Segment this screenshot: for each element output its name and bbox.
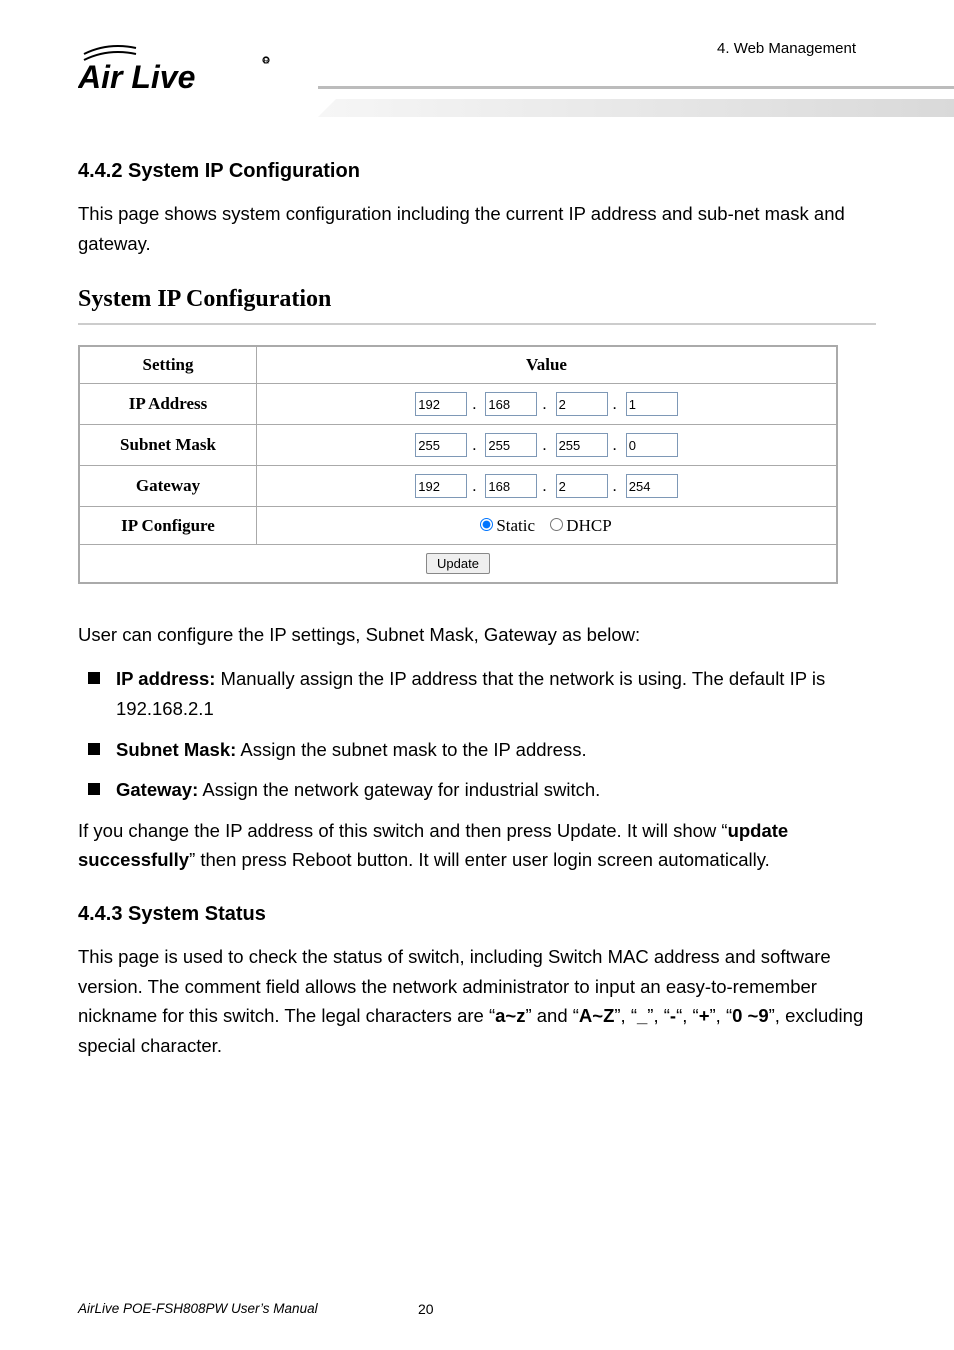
svg-text:R: R xyxy=(263,57,269,66)
bullet-gateway: Gateway: Assign the network gateway for … xyxy=(88,775,876,806)
status-m1: ” and “ xyxy=(525,1005,578,1026)
gateway-octet-1[interactable] xyxy=(415,474,467,498)
ip-octet-3[interactable] xyxy=(556,392,608,416)
gateway-cell: . . . xyxy=(257,466,838,507)
ip-octet-1[interactable] xyxy=(415,392,467,416)
status-b2: A~Z xyxy=(579,1005,614,1026)
footer-manual-title: AirLive POE-FSH808PW User’s Manual xyxy=(78,1301,318,1316)
ip-octet-4[interactable] xyxy=(626,392,678,416)
bullet-ip: IP address: Manually assign the IP addre… xyxy=(88,664,876,725)
subnet-octet-2[interactable] xyxy=(485,433,537,457)
note-pre: If you change the IP address of this swi… xyxy=(78,820,728,841)
bullet-subnet-text: Assign the subnet mask to the IP address… xyxy=(236,739,586,760)
radio-dhcp-label: DHCP xyxy=(566,516,611,535)
radio-static-label: Static xyxy=(496,516,535,535)
subnet-mask-cell: . . . xyxy=(257,425,838,466)
status-b1: a~z xyxy=(495,1005,525,1026)
status-b5: + xyxy=(699,1005,710,1026)
status-m4: “, “ xyxy=(676,1005,699,1026)
update-row: Update xyxy=(79,545,837,584)
col-header-value: Value xyxy=(257,346,838,384)
ip-address-cell: . . . xyxy=(257,384,838,425)
note-post: ” then press Reboot button. It will ente… xyxy=(189,849,770,870)
col-header-setting: Setting xyxy=(79,346,257,384)
ip-octet-2[interactable] xyxy=(485,392,537,416)
bullet-subnet-bold: Subnet Mask: xyxy=(116,739,236,760)
status-b3: _ xyxy=(637,1005,647,1026)
svg-text:Air Live: Air Live xyxy=(78,59,195,95)
status-b6: 0 ~9 xyxy=(732,1005,769,1026)
status-m2: ”, “ xyxy=(614,1005,637,1026)
row-label-ipconfigure: IP Configure xyxy=(79,507,257,545)
status-m5: ”, “ xyxy=(710,1005,733,1026)
status-paragraph: This page is used to check the status of… xyxy=(78,942,876,1060)
update-note: If you change the IP address of this swi… xyxy=(78,816,876,875)
update-button[interactable]: Update xyxy=(426,553,490,574)
subnet-octet-3[interactable] xyxy=(556,433,608,457)
brand-logo: Air Live R xyxy=(78,38,278,98)
row-label-gateway: Gateway xyxy=(79,466,257,507)
section-intro: This page shows system configuration inc… xyxy=(78,199,876,258)
section-heading-ip-config: 4.4.2 System IP Configuration xyxy=(78,160,876,183)
config-lead: User can configure the IP settings, Subn… xyxy=(78,620,876,650)
gateway-octet-2[interactable] xyxy=(485,474,537,498)
footer-page-number: 20 xyxy=(418,1301,434,1317)
radio-static[interactable] xyxy=(480,518,493,531)
figure-title: System IP Configuration xyxy=(78,286,876,313)
ip-configure-cell: Static DHCP xyxy=(257,507,838,545)
row-label-subnet: Subnet Mask xyxy=(79,425,257,466)
gateway-octet-3[interactable] xyxy=(556,474,608,498)
header-breadcrumb: 4. Web Management xyxy=(717,40,856,57)
figure-divider xyxy=(78,323,876,325)
status-m3: ”, “ xyxy=(647,1005,670,1026)
bullet-ip-text: Manually assign the IP address that the … xyxy=(116,668,825,720)
subnet-octet-1[interactable] xyxy=(415,433,467,457)
bullet-list: IP address: Manually assign the IP addre… xyxy=(78,664,876,806)
radio-dhcp[interactable] xyxy=(550,518,563,531)
section-heading-status: 4.4.3 System Status xyxy=(78,903,876,926)
subnet-octet-4[interactable] xyxy=(626,433,678,457)
bullet-ip-bold: IP address: xyxy=(116,668,215,689)
row-label-ip: IP Address xyxy=(79,384,257,425)
bullet-gateway-text: Assign the network gateway for industria… xyxy=(198,779,600,800)
ip-config-table: Setting Value IP Address . . . Subnet Ma… xyxy=(78,345,838,584)
bullet-gateway-bold: Gateway: xyxy=(116,779,198,800)
bullet-subnet: Subnet Mask: Assign the subnet mask to t… xyxy=(88,735,876,766)
gateway-octet-4[interactable] xyxy=(626,474,678,498)
